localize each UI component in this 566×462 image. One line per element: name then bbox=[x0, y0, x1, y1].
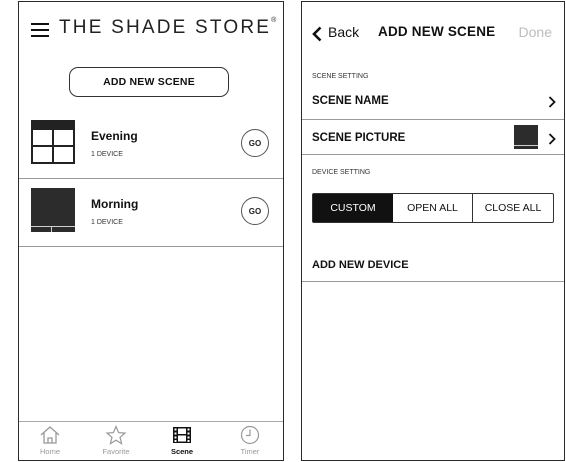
window-grid-icon bbox=[31, 120, 75, 164]
tab-home[interactable]: Home bbox=[27, 425, 73, 456]
divider bbox=[302, 154, 564, 155]
done-button[interactable]: Done bbox=[519, 24, 552, 40]
tab-label: Home bbox=[39, 447, 60, 456]
scene-device-count: 1 DEVICE bbox=[91, 151, 123, 158]
go-button-evening[interactable]: GO bbox=[241, 129, 269, 157]
divider bbox=[302, 281, 564, 282]
brand-logo: THE SHADE STORE® bbox=[59, 17, 276, 39]
add-new-scene-button[interactable]: ADD NEW SCENE bbox=[69, 67, 229, 97]
scene-device-count: 1 DEVICE bbox=[91, 219, 123, 226]
tab-label: Timer bbox=[240, 447, 260, 456]
home-icon bbox=[40, 426, 60, 444]
scene-setting-header: SCENE SETTING bbox=[312, 73, 369, 80]
chevron-left-icon[interactable] bbox=[311, 26, 323, 42]
add-new-device-button[interactable]: ADD NEW DEVICE bbox=[312, 259, 409, 271]
tab-label: Favorite bbox=[102, 447, 130, 456]
device-setting-header: DEVICE SETTING bbox=[312, 169, 371, 176]
add-scene-screen: Back ADD NEW SCENE Done SCENE SETTING SC… bbox=[301, 1, 565, 461]
star-icon bbox=[105, 425, 127, 445]
chevron-right-icon[interactable] bbox=[548, 96, 556, 108]
clock-icon bbox=[240, 425, 260, 445]
registered-mark: ® bbox=[271, 17, 277, 24]
closed-shade-icon bbox=[31, 188, 75, 232]
tab-bar: Home Favorite Scene Timer bbox=[19, 421, 283, 460]
back-button[interactable]: Back bbox=[328, 24, 359, 40]
page-title: ADD NEW SCENE bbox=[378, 24, 496, 39]
scene-name-row[interactable]: SCENE NAME bbox=[312, 95, 389, 107]
scene-picture-row[interactable]: SCENE PICTURE bbox=[312, 132, 405, 144]
device-mode-segmented-control: CUSTOM OPEN ALL CLOSE ALL bbox=[312, 193, 554, 223]
tab-favorite[interactable]: Favorite bbox=[93, 425, 139, 456]
scene-name: Evening bbox=[91, 129, 138, 143]
scene-picture-thumbnail[interactable] bbox=[514, 125, 538, 149]
segment-custom[interactable]: CUSTOM bbox=[313, 194, 393, 222]
go-button-morning[interactable]: GO bbox=[241, 197, 269, 225]
scene-name: Morning bbox=[91, 197, 139, 211]
divider bbox=[302, 119, 564, 120]
film-icon bbox=[173, 427, 191, 443]
tab-scene[interactable]: Scene bbox=[159, 425, 205, 456]
menu-icon[interactable] bbox=[31, 23, 49, 37]
brand-name: THE SHADE STORE bbox=[59, 17, 272, 38]
segment-close-all[interactable]: CLOSE ALL bbox=[473, 194, 553, 222]
scene-row-morning[interactable]: Morning 1 DEVICE GO bbox=[19, 178, 283, 247]
tab-timer[interactable]: Timer bbox=[227, 425, 273, 456]
tab-label: Scene bbox=[170, 447, 194, 456]
scene-list-screen: THE SHADE STORE® ADD NEW SCENE Evening 1… bbox=[18, 1, 284, 461]
chevron-right-icon[interactable] bbox=[548, 133, 556, 145]
segment-open-all[interactable]: OPEN ALL bbox=[393, 194, 473, 222]
scene-row-evening[interactable]: Evening 1 DEVICE GO bbox=[19, 110, 283, 179]
